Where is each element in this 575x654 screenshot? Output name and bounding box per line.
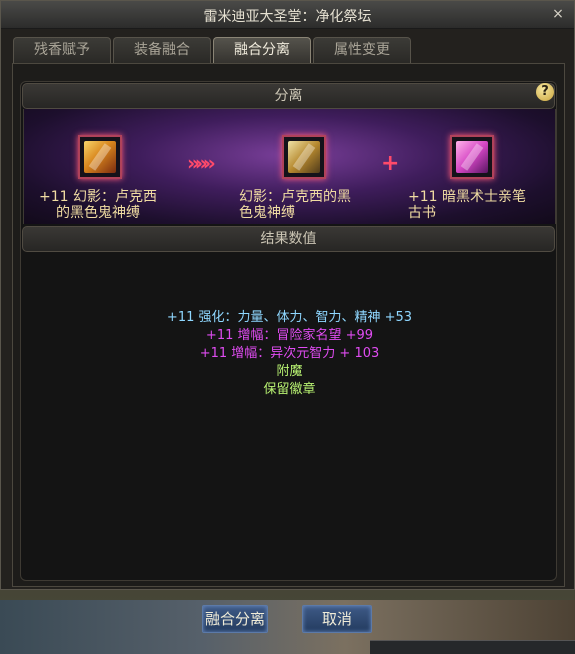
source-item-name-line2: 的黑色鬼神缚 [56, 205, 140, 221]
plus-icon: + [381, 151, 400, 176]
source-item-slot[interactable] [78, 135, 122, 179]
separation-header: 分离 [22, 83, 555, 109]
source-item-name: +11 幻影：卢克西 的黑色鬼神缚 [33, 189, 163, 221]
cancel-button[interactable]: 取消 [302, 605, 372, 633]
result-values-header: 结果数值 [22, 226, 555, 252]
result-line-enchant: 附魔 [276, 364, 303, 379]
result-item-name-line1: 幻影：卢克西的黑 [239, 189, 351, 205]
tab-attribute-change[interactable]: 属性变更 [313, 37, 411, 63]
arrow-right-icon: »»» [187, 151, 216, 175]
fusion-equipment-icon [84, 141, 116, 173]
separated-equipment-icon [288, 141, 320, 173]
extra-item-name: +11 暗黑术士亲笔 古书 [408, 189, 548, 221]
result-item-name-line2: 色鬼神缚 [239, 205, 295, 221]
tab-scent-enchant[interactable]: 残香赋予 [13, 37, 111, 63]
window-title: 雷米迪亚大圣堂：净化祭坛 [203, 9, 372, 25]
extra-item-name-line1: +11 暗黑术士亲笔 [408, 189, 526, 205]
result-line-amplify-int: +11 增幅：异次元智力 + 103 [199, 346, 380, 361]
result-item-slot[interactable] [282, 135, 326, 179]
result-line-keep-emblem: 保留徽章 [263, 382, 316, 397]
tab-fusion-separation[interactable]: 融合分离 [213, 37, 311, 63]
title-bar[interactable]: 雷米迪亚大圣堂：净化祭坛 × [1, 1, 574, 29]
help-icon[interactable]: ? [536, 83, 554, 101]
altar-window: 雷米迪亚大圣堂：净化祭坛 × 残香赋予 装备融合 融合分离 属性变更 分离 ? … [0, 0, 575, 590]
extra-item-slot[interactable] [450, 135, 494, 179]
result-item-name: 幻影：卢克西的黑 色鬼神缚 [239, 189, 369, 221]
fusion-separate-button[interactable]: 融合分离 [202, 605, 268, 633]
book-icon [456, 141, 488, 173]
result-line-enhance: +11 强化：力量、体力、智力、精神 +53 [166, 310, 413, 325]
result-values-list: +11 强化：力量、体力、智力、精神 +53 +11 增幅：冒险家名望 +99 … [23, 309, 556, 399]
result-line-amplify-fame: +11 增幅：冒险家名望 +99 [205, 328, 374, 343]
hud-strip [370, 640, 575, 654]
extra-item-name-line2: 古书 [408, 205, 436, 221]
source-item-name-line1: +11 幻影：卢克西 [39, 189, 157, 205]
close-icon[interactable]: × [550, 6, 566, 22]
tab-equipment-fusion[interactable]: 装备融合 [113, 37, 211, 63]
